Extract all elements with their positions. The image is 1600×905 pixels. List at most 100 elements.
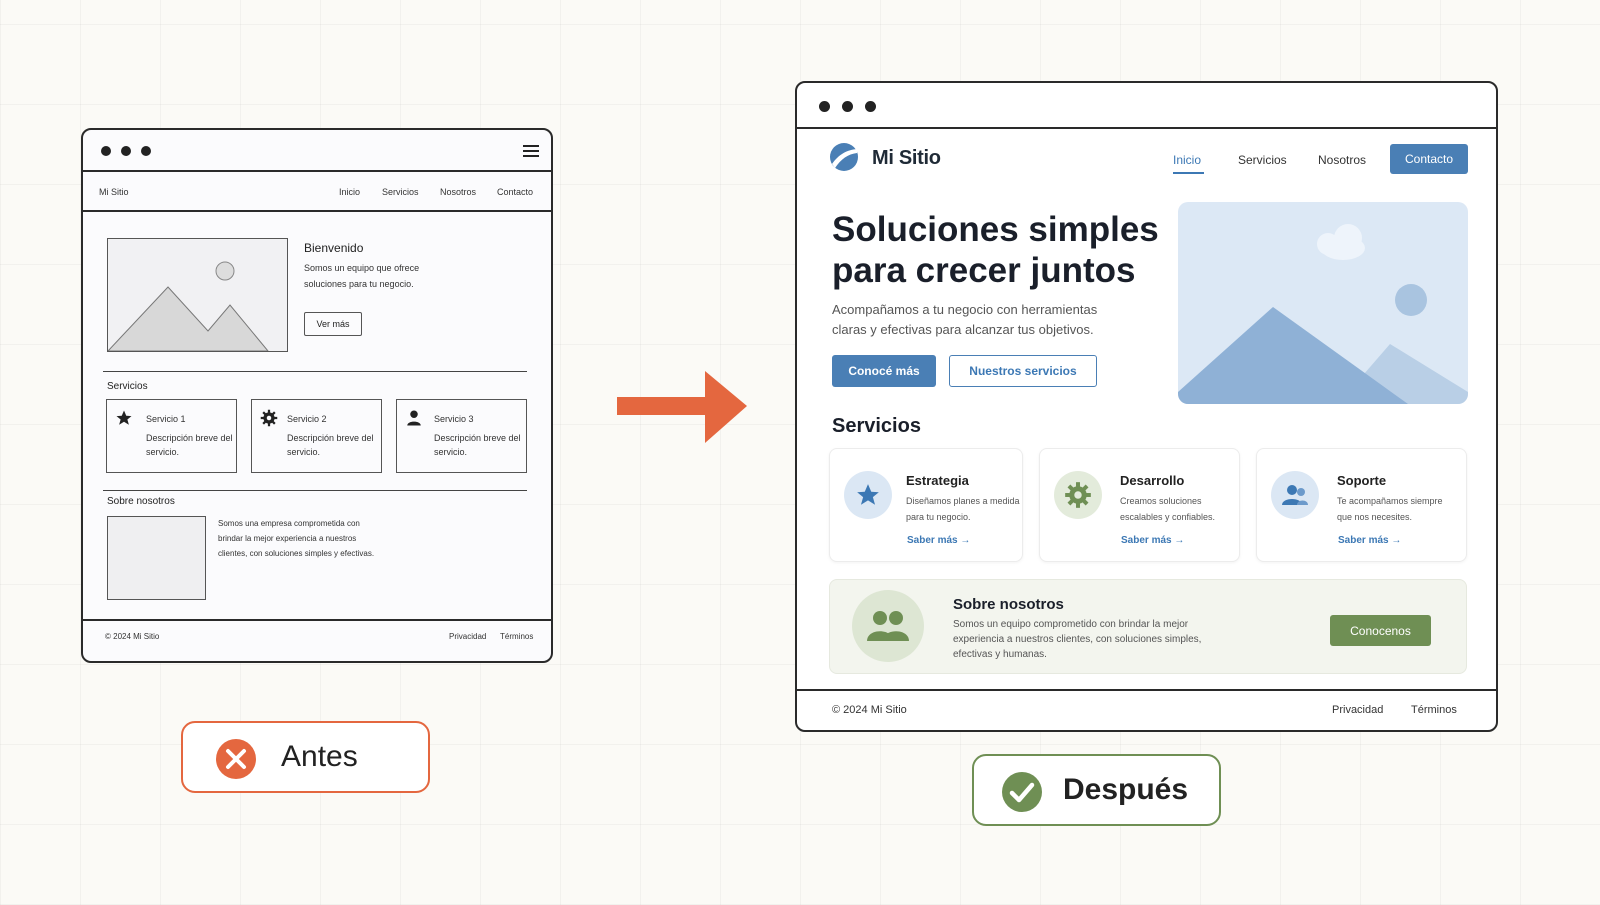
nav-inicio-active[interactable]: Inicio	[1173, 153, 1201, 167]
service-card-desarrollo[interactable]: Desarrollo Creamos soluciones escalables…	[1039, 448, 1240, 562]
saber-mas-link[interactable]: Saber más →	[1121, 535, 1184, 546]
about-icon-circle	[852, 590, 924, 662]
gear-icon	[260, 409, 278, 427]
about-text-line-1: Somos una empresa comprometida con	[218, 519, 360, 528]
nav-nosotros[interactable]: Nosotros	[1318, 153, 1366, 167]
service-desc-line-1: Diseñamos planes a medida	[906, 496, 1020, 506]
hero-title: Bienvenido	[304, 241, 364, 255]
brand-name[interactable]: Mi Sitio	[99, 187, 129, 197]
window-dots	[101, 146, 151, 156]
footer-copyright: © 2024 Mi Sitio	[105, 632, 160, 641]
x-circle-icon	[216, 739, 256, 779]
nuestros-servicios-label: Nuestros servicios	[969, 364, 1077, 378]
despues-text: Después	[1063, 773, 1189, 806]
about-section: Sobre nosotros Somos un equipo compromet…	[829, 579, 1467, 674]
conocenos-button[interactable]: Conocenos	[1330, 615, 1431, 646]
hamburger-icon[interactable]	[523, 145, 539, 157]
people-icon	[1282, 485, 1308, 505]
service-desc-3a: Descripción breve del	[434, 433, 521, 443]
antes-label: Antes	[181, 721, 430, 793]
footer-link-privacidad[interactable]: Privacidad	[449, 632, 486, 641]
about-text-line-1: Somos un equipo comprometido con brindar…	[953, 619, 1189, 630]
about-text-line-2: brindar la mejor experiencia a nuestros	[218, 534, 357, 543]
antes-text: Antes	[281, 740, 358, 773]
saber-mas-link[interactable]: Saber más →	[1338, 535, 1401, 546]
hero-title-line-2: para crecer juntos	[832, 251, 1136, 290]
ver-mas-label: Ver más	[316, 319, 350, 329]
about-image-placeholder	[107, 516, 206, 600]
footer-link-privacidad[interactable]: Privacidad	[1332, 704, 1383, 716]
service-card-3[interactable]: Servicio 3 Descripción breve del servici…	[396, 399, 527, 473]
ver-mas-button[interactable]: Ver más	[304, 312, 362, 336]
service-desc-2b: servicio.	[287, 447, 321, 457]
about-heading: Sobre nosotros	[953, 596, 1064, 613]
service-title: Estrategia	[906, 473, 969, 488]
saber-mas-link[interactable]: Saber más →	[907, 535, 970, 546]
footer-copyright: © 2024 Mi Sitio	[832, 704, 907, 716]
mountain-image-icon	[106, 261, 270, 352]
conocenos-label: Conocenos	[1350, 623, 1411, 638]
service-title: Soporte	[1337, 473, 1387, 488]
about-text-line-3: efectivas y humanas.	[953, 649, 1047, 660]
conoce-mas-label: Conocé más	[848, 364, 920, 378]
hero-title-line-1: Soluciones simples	[832, 210, 1159, 249]
hero-subtitle-line-2: claras y efectivas para alcanzar tus obj…	[832, 322, 1094, 337]
nav-servicios[interactable]: Servicios	[382, 187, 419, 197]
service-desc-2a: Descripción breve del	[287, 433, 374, 443]
service-title-1: Servicio 1	[146, 414, 186, 424]
service-desc-1b: servicio.	[146, 447, 180, 457]
hero-text-line-1: Somos un equipo que ofrece	[304, 263, 420, 273]
service-title-2: Servicio 2	[287, 414, 327, 424]
service-card-soporte[interactable]: Soporte Te acompañamos siempre que nos n…	[1256, 448, 1467, 562]
hero-subtitle-line-1: Acompañamos a tu negocio con herramienta…	[832, 302, 1098, 317]
check-circle-icon	[1002, 772, 1042, 812]
mountain-landscape-icon	[1178, 224, 1468, 404]
nuestros-servicios-button[interactable]: Nuestros servicios	[949, 355, 1097, 387]
about-text-line-2: experiencia a nuestros clientes, con sol…	[953, 634, 1202, 645]
gear-icon	[1065, 482, 1091, 508]
contacto-label: Contacto	[1404, 152, 1454, 166]
nav-inicio[interactable]: Inicio	[339, 187, 360, 197]
services-heading: Servicios	[107, 381, 148, 392]
team-icon	[867, 611, 909, 641]
nav-servicios[interactable]: Servicios	[1238, 153, 1287, 167]
logo-icon[interactable]	[829, 142, 859, 172]
hero-image-placeholder	[106, 238, 288, 352]
contacto-button[interactable]: Contacto	[1390, 144, 1468, 174]
service-desc-1a: Descripción breve del	[146, 433, 233, 443]
hero-text-line-2: soluciones para tu negocio.	[304, 279, 414, 289]
card-icon-circle	[1054, 471, 1102, 519]
service-desc-line-1: Te acompañamos siempre	[1337, 496, 1443, 506]
hero-illustration	[1178, 202, 1468, 404]
service-desc-line-1: Creamos soluciones	[1120, 496, 1202, 506]
services-heading: Servicios	[832, 415, 921, 437]
service-title: Desarrollo	[1120, 473, 1185, 488]
service-desc-line-2: que nos necesites.	[1337, 512, 1413, 522]
nav-contacto[interactable]: Contacto	[497, 187, 533, 197]
service-desc-3b: servicio.	[434, 447, 468, 457]
window-dots	[819, 101, 876, 112]
person-icon	[407, 410, 421, 426]
service-card-1[interactable]: Servicio 1 Descripción breve del servici…	[106, 399, 237, 473]
nav-active-underline	[1173, 172, 1204, 174]
service-desc-line-2: escalables y confiables.	[1120, 512, 1216, 522]
transformation-arrow	[617, 371, 747, 443]
star-icon	[857, 484, 879, 505]
brand-name[interactable]: Mi Sitio	[872, 147, 941, 170]
after-website-window: Mi Sitio Inicio Servicios Nosotros Conta…	[795, 81, 1498, 732]
footer-link-terminos[interactable]: Términos	[1411, 704, 1457, 716]
conoce-mas-button[interactable]: Conocé más	[832, 355, 936, 387]
card-icon-circle	[1271, 471, 1319, 519]
nav-nosotros[interactable]: Nosotros	[440, 187, 476, 197]
service-title-3: Servicio 3	[434, 414, 474, 424]
despues-label: Después	[972, 754, 1221, 826]
card-icon-circle	[844, 471, 892, 519]
service-desc-line-2: para tu negocio.	[906, 512, 971, 522]
before-wireframe-window: Mi Sitio Inicio Servicios Nosotros Conta…	[81, 128, 553, 663]
service-card-estrategia[interactable]: Estrategia Diseñamos planes a medida par…	[829, 448, 1023, 562]
service-card-2[interactable]: Servicio 2 Descripción breve del servici…	[251, 399, 382, 473]
footer-link-terminos[interactable]: Términos	[500, 632, 533, 641]
about-heading: Sobre nosotros	[107, 496, 175, 507]
star-icon	[116, 410, 132, 425]
about-text-line-3: clientes, con soluciones simples y efect…	[218, 549, 375, 558]
